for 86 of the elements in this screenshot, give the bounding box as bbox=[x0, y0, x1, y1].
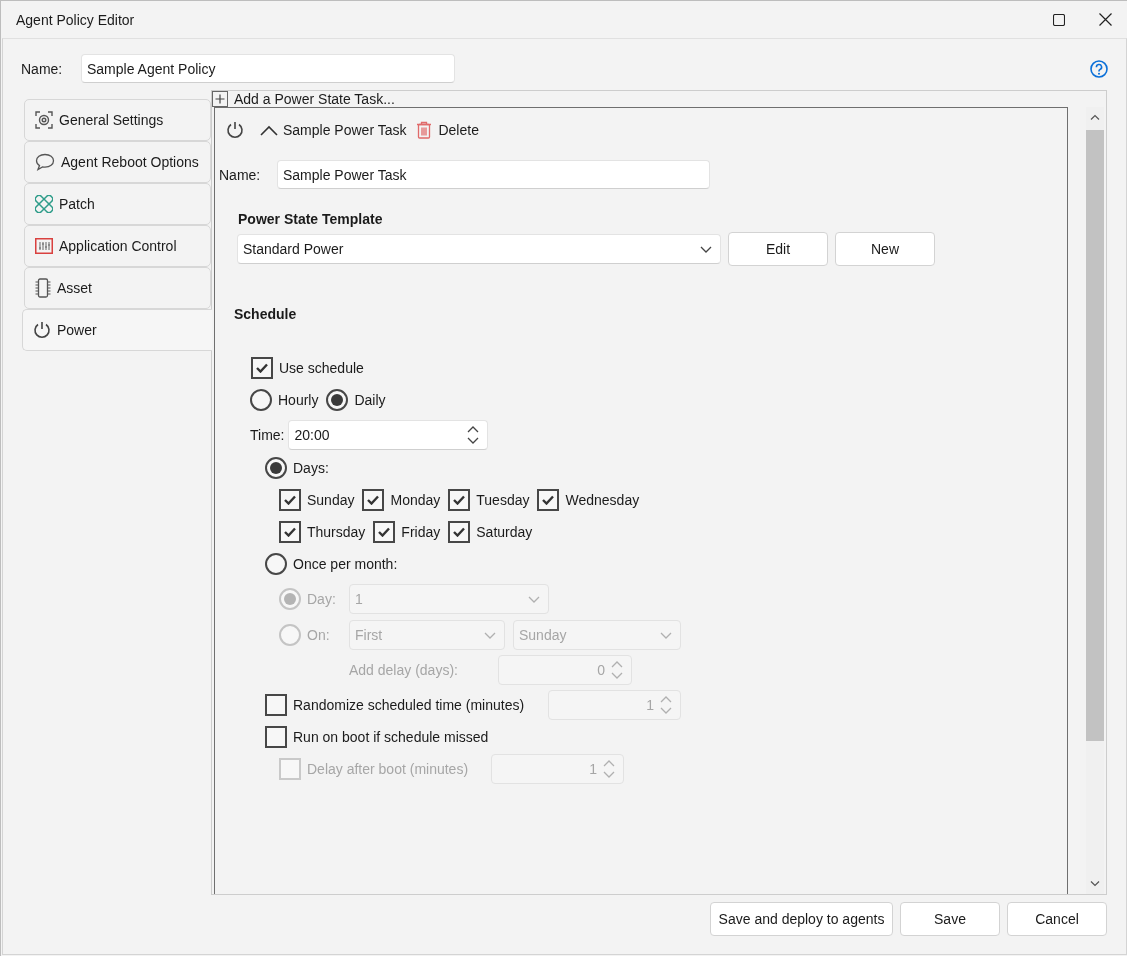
radio-label: Daily bbox=[354, 392, 386, 408]
field-label: Name: bbox=[219, 166, 262, 183]
spin-field[interactable]: 20:00 bbox=[288, 420, 489, 450]
radio-button[interactable] bbox=[265, 553, 287, 575]
checkmark-icon bbox=[284, 527, 296, 537]
chip-icon bbox=[35, 278, 51, 298]
radio-label: Once per month: bbox=[293, 556, 398, 572]
checkbox-label: Run on boot if schedule missed bbox=[293, 729, 489, 745]
checkbox-label: Monday bbox=[390, 492, 441, 508]
task-name-field[interactable]: Sample Power Task bbox=[277, 160, 710, 189]
radio-label: Hourly bbox=[278, 392, 319, 408]
checkmark-icon bbox=[453, 527, 466, 537]
side-tab[interactable]: Power bbox=[22, 309, 212, 351]
help-icon bbox=[1090, 59, 1108, 78]
power-icon bbox=[226, 121, 244, 139]
slider-panel-icon bbox=[35, 238, 53, 254]
checkbox-label: Tuesday bbox=[476, 492, 530, 508]
new-button[interactable]: New bbox=[835, 232, 935, 266]
radio-button[interactable] bbox=[326, 389, 349, 411]
section-heading: Power State Template bbox=[238, 211, 384, 227]
edit-button[interactable]: Edit bbox=[728, 232, 828, 266]
checkbox-label: Saturday bbox=[476, 524, 533, 540]
radio-label: Days: bbox=[293, 460, 329, 476]
chevron-down-icon bbox=[1090, 881, 1100, 887]
radio-button[interactable] bbox=[250, 389, 272, 411]
up-down-chevron-icon bbox=[467, 426, 480, 444]
checkmark-icon bbox=[453, 495, 466, 505]
checkmark-icon bbox=[367, 495, 380, 505]
caret-icon bbox=[528, 595, 540, 603]
checkbox-label: Friday bbox=[401, 524, 441, 540]
field-label: Time: bbox=[250, 427, 285, 443]
checkbox[interactable] bbox=[537, 489, 560, 511]
checkbox[interactable] bbox=[448, 489, 471, 511]
name-field[interactable]: Sample Agent Policy bbox=[81, 54, 455, 83]
radio-label: On: bbox=[307, 627, 330, 643]
side-tab[interactable]: Application Control bbox=[24, 225, 211, 267]
checkbox-label: Thursday bbox=[307, 524, 366, 540]
checkbox[interactable] bbox=[362, 489, 385, 511]
cancel-button[interactable]: Cancel bbox=[1007, 902, 1107, 936]
checkmark-icon bbox=[256, 363, 268, 373]
help-button[interactable] bbox=[1090, 59, 1108, 78]
field-label: Add delay (days): bbox=[349, 662, 459, 678]
up-down-chevron-icon bbox=[603, 760, 615, 778]
power-icon bbox=[33, 321, 51, 339]
add-task-button[interactable]: Add a Power State Task... bbox=[212, 91, 395, 107]
collapse-toggle[interactable] bbox=[260, 124, 278, 136]
checkmark-icon bbox=[542, 495, 555, 505]
window-title: Agent Policy Editor bbox=[16, 11, 136, 28]
checkmark-icon bbox=[284, 495, 296, 505]
checkbox-label: Sunday bbox=[307, 492, 355, 508]
trash-icon bbox=[416, 121, 433, 139]
checkbox-label: Use schedule bbox=[279, 360, 364, 376]
up-down-chevron-icon bbox=[611, 661, 623, 679]
save-and-deploy-button[interactable]: Save and deploy to agents bbox=[710, 902, 893, 936]
close-icon bbox=[1098, 13, 1112, 26]
checkmark-icon bbox=[378, 527, 391, 537]
checkbox[interactable] bbox=[279, 489, 301, 511]
radio-label: Day: bbox=[307, 591, 336, 607]
checkbox-label: Wednesday bbox=[565, 492, 640, 508]
checkbox-label: Randomize scheduled time (minutes) bbox=[293, 697, 525, 713]
chevron-up-icon bbox=[1090, 114, 1100, 120]
checkbox[interactable] bbox=[265, 726, 287, 748]
checkbox[interactable] bbox=[448, 521, 471, 543]
scroll-thumb[interactable] bbox=[1086, 130, 1104, 741]
section-heading: Schedule bbox=[234, 306, 298, 322]
field-label: Name: bbox=[21, 60, 64, 77]
up-down-chevron-icon bbox=[660, 696, 672, 714]
save-button[interactable]: Save bbox=[900, 902, 1000, 936]
dropdown[interactable]: Standard Power bbox=[237, 234, 721, 264]
checkbox-label: Delay after boot (minutes) bbox=[307, 761, 469, 777]
side-tab[interactable]: General Settings bbox=[24, 99, 211, 141]
side-tab[interactable]: Asset bbox=[24, 267, 211, 309]
caret-icon bbox=[660, 631, 672, 639]
radio-button[interactable] bbox=[265, 457, 287, 479]
speech-bubble-icon bbox=[35, 153, 55, 171]
checkbox[interactable] bbox=[373, 521, 396, 543]
side-tab[interactable]: Patch bbox=[24, 183, 211, 225]
caret-icon bbox=[484, 631, 496, 639]
checkbox[interactable] bbox=[251, 357, 273, 379]
task-title: Sample Power Task bbox=[283, 122, 407, 138]
delete-button[interactable]: Delete bbox=[416, 121, 479, 139]
caret-icon bbox=[700, 245, 712, 253]
side-tab[interactable]: Agent Reboot Options bbox=[24, 141, 211, 183]
bandage-icon bbox=[35, 195, 53, 213]
checkbox[interactable] bbox=[279, 521, 301, 543]
gear-icon bbox=[35, 111, 53, 129]
